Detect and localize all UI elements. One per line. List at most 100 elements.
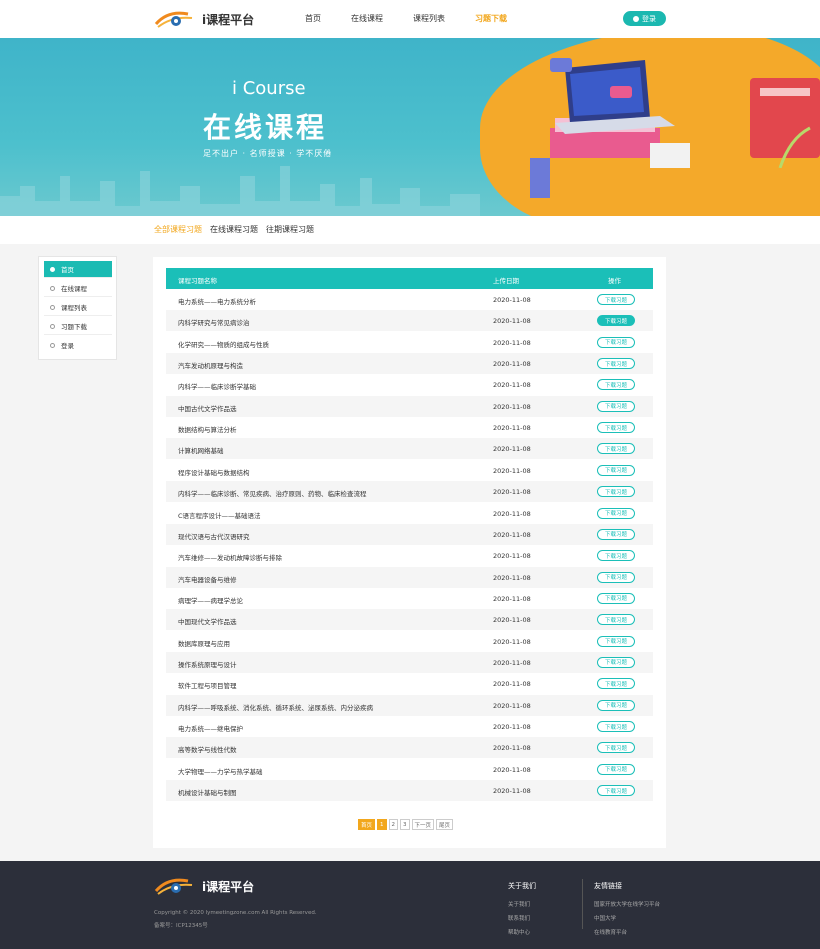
- download-button[interactable]: 下载习题: [597, 699, 635, 711]
- exercise-name[interactable]: 内科学——呼吸系统、消化系统、循环系统、泌尿系统、内分泌疾病: [178, 702, 373, 712]
- exercise-table-panel: 课程习题名称 上传日期 操作 电力系统——电力系统分析 2020-11-08 下载习…: [153, 257, 666, 848]
- hero-banner: i Course 在线课程 足不出户 · 名师授课 · 学不厌倦: [0, 38, 820, 216]
- login-label: 登录: [642, 14, 656, 23]
- exercise-name[interactable]: 内科学——临床诊断、常见疾病、治疗原则、药物、临床检查流程: [178, 488, 367, 498]
- exercise-name[interactable]: 软件工程与项目管理: [178, 680, 237, 690]
- download-button[interactable]: 下载习题: [597, 358, 635, 370]
- footer-link[interactable]: 帮助中心: [508, 928, 536, 936]
- exercise-name[interactable]: 现代汉语与古代汉语研究: [178, 531, 250, 541]
- page-first[interactable]: 首页: [358, 819, 376, 830]
- download-button[interactable]: 下载习题: [597, 635, 635, 647]
- bullet-icon: [50, 266, 55, 272]
- footer-link[interactable]: 国家开放大学在线学习平台: [594, 900, 660, 908]
- site-footer: i课程平台 Copyright © 2020 lymeetingzone.com…: [0, 861, 820, 949]
- sidebar-item-exercise-download[interactable]: 习题下载: [44, 318, 112, 335]
- download-button[interactable]: 下载习题: [597, 422, 635, 434]
- site-logo[interactable]: i课程平台: [154, 8, 264, 30]
- subnav-past-exercises[interactable]: 往期课程习题: [266, 224, 314, 235]
- subnav-all-exercises[interactable]: 全部课程习题: [154, 224, 202, 235]
- table-row: 内科学——呼吸系统、消化系统、循环系统、泌尿系统、内分泌疾病 2020-11-08…: [166, 694, 653, 716]
- table-row: 汽车维修——发动机故障诊断与排除 2020-11-08 下载习题: [166, 545, 653, 566]
- nav-online-courses[interactable]: 在线课程: [351, 13, 383, 24]
- page-1[interactable]: 1: [377, 819, 387, 830]
- exercise-name[interactable]: 内科学——临床诊断学基础: [178, 381, 256, 391]
- exercise-name[interactable]: 化学研究——物质的组成与性质: [178, 339, 269, 349]
- sidebar-item-online-courses[interactable]: 在线课程: [44, 280, 112, 297]
- download-button[interactable]: 下载习题: [597, 614, 635, 626]
- exercise-name[interactable]: 汽车电器设备与维修: [178, 574, 237, 584]
- subnav-online-exercises[interactable]: 在线课程习题: [210, 224, 258, 235]
- table-row: 软件工程与项目管理 2020-11-08 下载习题: [166, 673, 653, 694]
- sidebar-item-course-list[interactable]: 课程列表: [44, 299, 112, 316]
- page-2[interactable]: 2: [388, 819, 399, 830]
- exercise-name[interactable]: 汽车维修——发动机故障诊断与排除: [178, 552, 282, 562]
- upload-date: 2020-11-08: [493, 381, 531, 390]
- exercise-name[interactable]: 病理学——病理学总论: [178, 595, 243, 605]
- page-last[interactable]: 尾页: [436, 819, 454, 830]
- download-button[interactable]: 下载习题: [597, 763, 635, 775]
- download-button[interactable]: 下载习题: [597, 592, 635, 604]
- logo-icon: [154, 11, 193, 28]
- download-button[interactable]: 下载习题: [597, 400, 635, 412]
- exercise-name[interactable]: 中国现代文学作品选: [178, 616, 237, 626]
- exercise-name[interactable]: 机械设计基础与制图: [178, 787, 237, 797]
- nav-exercise-download[interactable]: 习题下载: [475, 13, 507, 24]
- download-button[interactable]: 下载习题: [597, 656, 635, 668]
- download-button[interactable]: 下载习题: [597, 550, 635, 562]
- sidebar-item-label: 课程列表: [61, 304, 87, 312]
- footer-col-heading: 关于我们: [508, 882, 536, 890]
- login-button[interactable]: 登录: [623, 11, 666, 26]
- download-button[interactable]: 下载习题: [597, 678, 635, 690]
- page-3[interactable]: 3: [400, 819, 410, 830]
- footer-link[interactable]: 关于我们: [508, 900, 536, 908]
- footer-icp: 备案号：ICP12345号: [154, 923, 208, 929]
- upload-date: 2020-11-08: [493, 573, 531, 582]
- bullet-icon: [50, 342, 55, 348]
- download-button[interactable]: 下载习题: [597, 507, 635, 519]
- table-row: 汽车电器设备与维修 2020-11-08 下载习题: [166, 566, 653, 588]
- download-button[interactable]: 下载习题: [597, 785, 635, 797]
- footer-link[interactable]: 联系我们: [508, 914, 536, 922]
- nav-course-list[interactable]: 课程列表: [413, 13, 445, 24]
- exercise-name[interactable]: 电力系统——电力系统分析: [178, 296, 256, 306]
- exercise-name[interactable]: 中国古代文学作品选: [178, 403, 237, 413]
- upload-date: 2020-11-08: [493, 552, 531, 561]
- download-button[interactable]: 下载习题: [597, 464, 635, 476]
- upload-date: 2020-11-08: [493, 701, 531, 710]
- download-button[interactable]: 下载习题: [597, 294, 635, 305]
- exercise-name[interactable]: C语言程序设计——基础语法: [178, 510, 261, 520]
- exercise-name[interactable]: 高等数学与线性代数: [178, 744, 237, 754]
- download-button[interactable]: 下载习题: [597, 742, 635, 754]
- footer-logo[interactable]: i课程平台: [154, 875, 254, 897]
- upload-date: 2020-11-08: [493, 637, 531, 646]
- exercise-name[interactable]: 计算机网络基础: [178, 445, 224, 455]
- exercise-name[interactable]: 内科学研究与常见病诊治: [178, 317, 250, 327]
- exercise-name[interactable]: 数据库原理与应用: [178, 638, 230, 648]
- download-button[interactable]: 下载习题: [597, 443, 635, 455]
- download-button[interactable]: 下载习题: [597, 336, 635, 348]
- footer-link[interactable]: 中国大学: [594, 914, 660, 922]
- upload-date: 2020-11-08: [493, 488, 531, 497]
- download-button[interactable]: 下载习题: [597, 528, 635, 540]
- download-button[interactable]: 下载习题: [597, 571, 635, 583]
- footer-about-col: 关于我们 关于我们 联系我们 帮助中心: [508, 881, 536, 942]
- exercise-name[interactable]: 大学物理——力学与热学基础: [178, 766, 263, 776]
- sidebar-item-login[interactable]: 登录: [44, 337, 112, 353]
- footer-link[interactable]: 在线教育平台: [594, 928, 660, 936]
- page-next[interactable]: 下一页: [411, 819, 435, 830]
- exercise-name[interactable]: 汽车发动机原理与构造: [178, 360, 243, 370]
- upload-date: 2020-11-08: [493, 509, 531, 518]
- table-row: 高等数学与线性代数 2020-11-08 下载习题: [166, 737, 653, 759]
- upload-date: 2020-11-08: [493, 616, 531, 625]
- exercise-name[interactable]: 程序设计基础与数据结构: [178, 467, 250, 477]
- sidebar-item-home[interactable]: 首页: [44, 261, 112, 278]
- exercise-name[interactable]: 操作系统原理与设计: [178, 659, 237, 669]
- download-button[interactable]: 下载习题: [597, 315, 635, 327]
- download-button[interactable]: 下载习题: [597, 721, 635, 732]
- download-button[interactable]: 下载习题: [597, 486, 635, 498]
- download-button[interactable]: 下载习题: [597, 379, 635, 391]
- exercise-name[interactable]: 电力系统——继电保护: [178, 723, 243, 733]
- city-skyline-illustration: [0, 166, 480, 216]
- nav-home[interactable]: 首页: [305, 13, 321, 24]
- exercise-name[interactable]: 数据结构与算法分析: [178, 424, 237, 434]
